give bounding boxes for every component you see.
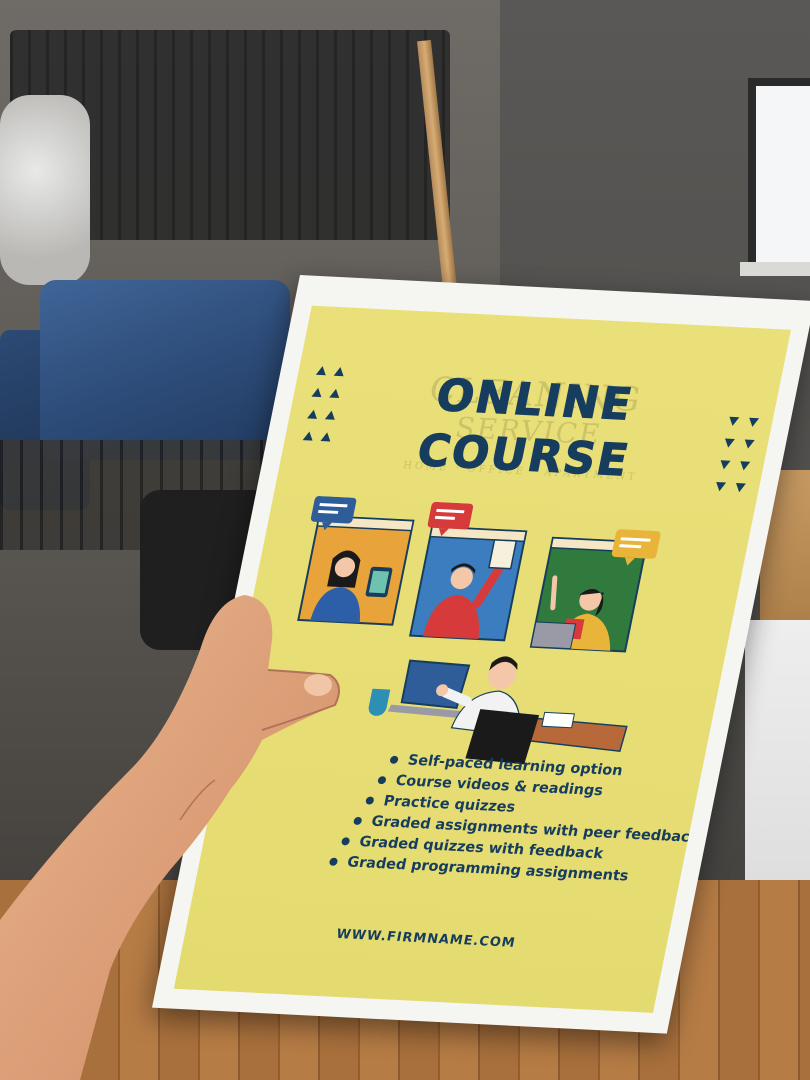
triangle-icon (727, 416, 740, 427)
hand (0, 595, 340, 1080)
triangle-icon (324, 410, 337, 420)
white-clothes (0, 95, 90, 285)
triangle-icon (747, 417, 760, 428)
features-list: Self-paced learning option Course videos… (327, 748, 713, 891)
window-sill (740, 262, 810, 276)
triangle-icon (714, 482, 727, 492)
triangle-icon (315, 365, 328, 376)
triangle-icon (738, 461, 751, 471)
triangle-pattern-icon (312, 306, 791, 493)
triangle-icon (320, 432, 333, 442)
triangle-icon (329, 388, 341, 398)
triangle-icon (718, 460, 731, 470)
triangle-icon (723, 438, 735, 448)
triangle-icon (307, 409, 319, 419)
triangle-icon (734, 483, 746, 493)
folded-jeans (40, 280, 290, 460)
triangle-icon (311, 387, 324, 398)
triangle-pattern-icon (302, 306, 791, 442)
coffee-mug-icon (368, 688, 391, 716)
video-call-window-icon (408, 525, 528, 642)
photo-scene: CLEANING SERVICE HOME · OFFICE · APARTME… (0, 0, 810, 1080)
window (748, 78, 810, 274)
triangle-icon (333, 366, 346, 377)
triangle-icon (302, 431, 315, 441)
triangle-icon (743, 439, 755, 449)
